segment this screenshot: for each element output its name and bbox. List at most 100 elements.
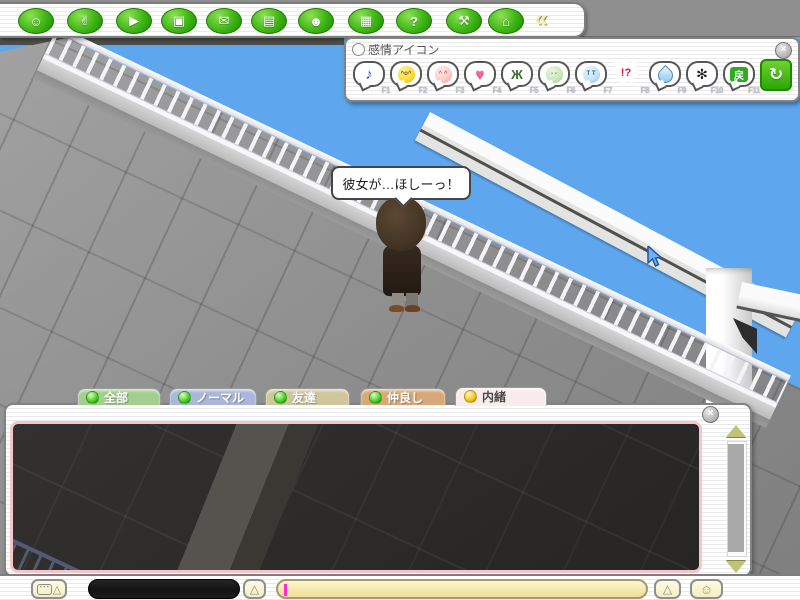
home-button[interactable]: ⌂ <box>488 8 524 34</box>
board-button[interactable]: ✉ <box>206 8 242 34</box>
character-name-field[interactable] <box>88 579 240 599</box>
bubble-icon: ♥ <box>464 61 496 92</box>
fkey-label: F1 <box>381 86 391 95</box>
chat-mode-button[interactable]: ･･･ △ <box>31 579 67 599</box>
home-icon: ⌂ <box>502 13 510 29</box>
bubble-icon: 戻 <box>723 61 755 92</box>
scroll-up-button[interactable] <box>726 425 746 437</box>
expand-input-button[interactable]: △ <box>654 579 681 599</box>
tab-label: 全部 <box>104 390 129 405</box>
emotion-f1-music[interactable]: ♪ F1 <box>353 61 391 95</box>
emotion-f9-sweat[interactable]: F9 <box>649 61 687 95</box>
emotion-f2-laugh[interactable]: ^o^ F2 <box>390 61 428 95</box>
tab-all[interactable]: 全部 <box>77 388 161 405</box>
bubble-icon: Ж <box>501 61 533 92</box>
panel-orb-icon <box>352 43 365 56</box>
expand-name-button[interactable]: △ <box>243 579 266 599</box>
toolbar-collapse-button[interactable]: « <box>528 7 554 31</box>
emotion-f7-cry[interactable]: T T F7 <box>575 61 613 95</box>
gift-button[interactable]: ▣ <box>161 8 197 34</box>
return-badge-icon: 戻 <box>730 66 748 82</box>
emotion-f11-return[interactable]: 戻 F11 <box>723 61 760 95</box>
chat-panel: 全部 ノーマル 友達 仲良し 内緒 × <box>4 387 752 577</box>
chevron-left-icon: « <box>534 5 548 32</box>
journal-button[interactable]: ▤ <box>251 8 287 34</box>
movie-icon: ▶ <box>129 13 139 28</box>
bubble-icon: ♪ <box>353 61 385 92</box>
fkey-label: F5 <box>529 86 539 95</box>
mouse-cursor-icon <box>646 244 666 273</box>
scroll-down-button[interactable] <box>726 561 746 573</box>
fkey-label: F4 <box>492 86 502 95</box>
tab-close-friends[interactable]: 仲良し <box>360 388 446 405</box>
scrollbar-thumb[interactable] <box>728 444 744 552</box>
friends-button[interactable]: ☻ <box>298 8 334 34</box>
help-button[interactable]: ? <box>396 8 432 34</box>
bubble-icon <box>649 61 681 92</box>
emotion-panel-title-text: 感情アイコン <box>368 43 440 57</box>
emotion-f4-heart[interactable]: ♥ F4 <box>464 61 502 95</box>
emotion-panel-close-button[interactable]: × <box>775 42 792 59</box>
fkey-label: F6 <box>566 86 576 95</box>
help-icon: ? <box>410 13 418 29</box>
profile-icon: ☺ <box>29 13 43 29</box>
tab-friends[interactable]: 友達 <box>265 388 350 405</box>
emotion-f3-blush[interactable]: ^ ^ F3 <box>427 61 465 95</box>
tab-orb-icon <box>86 390 99 404</box>
chat-log-area <box>10 421 702 573</box>
journal-icon: ▤ <box>262 13 276 28</box>
tools-icon: ⚒ <box>458 13 470 28</box>
scrollbar-track[interactable] <box>727 441 747 557</box>
chat-panel-close-button[interactable]: × <box>702 406 719 423</box>
bubble-icon: T T <box>575 61 607 92</box>
main-toolbar: ☺ ✌ ▶ ▣ ✉ ▤ ☻ ▦ ? ⚒ ⌂ « <box>0 2 586 38</box>
bubble-icon: ✻ <box>686 61 718 92</box>
fkey-label: F3 <box>455 86 465 95</box>
speech-text: 彼女が…ほしーっ！ <box>342 176 460 192</box>
tab-normal[interactable]: ノーマル <box>169 388 257 405</box>
fkey-label: F2 <box>418 86 428 95</box>
refresh-icon: ↻ <box>768 65 784 84</box>
emotion-panel: 感情アイコン × ♪ F1 ^o^ F2 ^ ^ F3 ♥ F4 Ж F5 - … <box>344 37 800 102</box>
speech-bubble: 彼女が…ほしーっ！ <box>331 166 471 208</box>
tools-button[interactable]: ⚒ <box>446 8 482 34</box>
bubble-icon: - - <box>538 61 570 92</box>
speech-bubble-icon: ･･･ <box>36 583 52 595</box>
emotion-f6-sick[interactable]: - - F6 <box>538 61 576 95</box>
tab-label: 仲良し <box>387 390 424 405</box>
triangle-up-icon: △ <box>249 582 260 596</box>
tab-label: 内緒 <box>482 390 507 404</box>
text-caret <box>284 584 287 596</box>
emotion-f8-surprise[interactable]: !? F8 <box>610 58 650 95</box>
emotion-cycle-button[interactable]: ↻ <box>760 59 792 91</box>
tab-orb-icon <box>369 390 382 404</box>
close-icon: × <box>780 44 787 55</box>
bubble-icon: ^o^ <box>390 61 422 92</box>
triangle-up-icon: △ <box>662 582 673 596</box>
chat-message-input[interactable] <box>276 579 648 599</box>
emotion-icon-row: ♪ F1 ^o^ F2 ^ ^ F3 ♥ F4 Ж F5 - - F6 T T … <box>353 58 792 97</box>
fkey-label: F8 <box>640 86 650 95</box>
emotion-f10-confusion[interactable]: ✻ F10 <box>686 61 724 95</box>
movie-button[interactable]: ▶ <box>116 8 152 34</box>
background-railing <box>13 534 230 570</box>
tab-label: 友達 <box>292 390 317 405</box>
board-icon: ✉ <box>218 13 230 28</box>
emotion-f5-anger[interactable]: Ж F5 <box>501 61 539 95</box>
fkey-label: F9 <box>677 86 687 95</box>
emotion-panel-title: 感情アイコン <box>352 41 439 58</box>
fkey-label: F10 <box>710 86 724 95</box>
fkey-label: F7 <box>603 86 613 95</box>
emoticon-picker-button[interactable]: ☺ <box>690 579 723 599</box>
tab-orb-icon <box>178 390 191 404</box>
arrow-up-icon: △ <box>52 583 62 596</box>
profile-button[interactable]: ☺ <box>18 8 54 34</box>
smiley-icon: ☺ <box>699 581 714 597</box>
tab-label: ノーマル <box>196 390 245 405</box>
town-button[interactable]: ▦ <box>348 8 384 34</box>
emote-button[interactable]: ✌ <box>67 8 103 34</box>
town-icon: ▦ <box>359 13 373 28</box>
chat-composer-bar: ･･･ △ △ △ ☺ <box>0 574 800 600</box>
tab-secret-selected[interactable]: 内緒 <box>455 387 547 406</box>
tab-orb-icon <box>274 390 287 404</box>
